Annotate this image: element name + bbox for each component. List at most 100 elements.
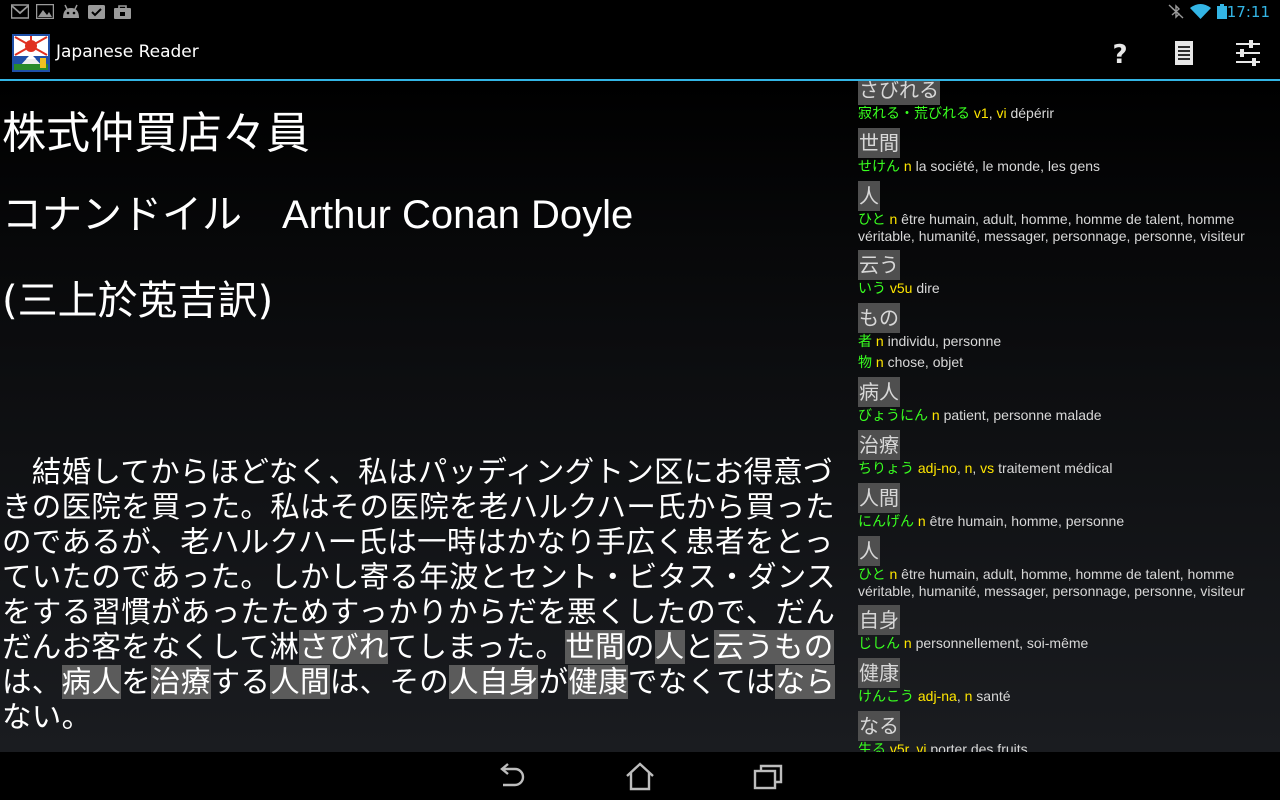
text-segment: の	[624, 630, 655, 664]
dictionary-word[interactable]: 自身	[858, 605, 900, 635]
document-list-icon[interactable]	[1164, 34, 1204, 72]
definition-reading: 生る	[858, 742, 886, 752]
part-of-speech: n	[931, 407, 940, 423]
dictionary-definition: ひと n être humain, adult, homme, homme de…	[858, 211, 1270, 244]
dictionary-definition: せけん n la société, le monde, les gens	[858, 158, 1270, 175]
definition-gloss: être humain, homme, personne	[929, 513, 1125, 529]
home-icon[interactable]	[623, 760, 657, 794]
definition-gloss: santé	[976, 688, 1011, 704]
text-segment: する	[210, 665, 271, 699]
dictionary-definition: 者 n individu, personne	[858, 333, 1270, 350]
part-of-speech: vi	[916, 741, 927, 752]
dictionary-entry: さびれる	[858, 81, 1270, 105]
shopping-bag-icon	[114, 5, 131, 19]
status-time: 17:11	[1226, 3, 1270, 21]
highlighted-word[interactable]: 自身	[478, 665, 539, 699]
part-of-speech: v5u	[889, 280, 913, 296]
highlighted-word[interactable]: 人	[654, 630, 685, 664]
text-segment: ない。	[2, 700, 92, 734]
definition-reading: 者	[858, 334, 872, 350]
dictionary-definition: 寂れる・荒びれる v1, vi dépérir	[858, 105, 1055, 122]
highlighted-word[interactable]: 健康	[568, 665, 628, 699]
settings-sliders-icon[interactable]	[1228, 34, 1268, 72]
highlighted-word[interactable]: 病人	[61, 665, 122, 699]
status-bar: 17:11	[0, 0, 1280, 25]
dictionary-entry: 云う	[858, 248, 1270, 280]
part-of-speech: n	[903, 158, 912, 174]
highlighted-word[interactable]: 人	[449, 665, 479, 699]
highlighted-word[interactable]: 世間	[565, 630, 625, 664]
definition-reading: 物	[858, 355, 872, 371]
definition-gloss: traitement médical	[998, 460, 1113, 476]
part-of-speech: n	[875, 354, 884, 370]
text-segment: は、その	[329, 665, 450, 699]
dictionary-entry: 病人	[858, 375, 1270, 407]
navigation-bar	[0, 752, 1280, 800]
highlighted-word[interactable]: 治療	[151, 665, 211, 699]
part-of-speech: n	[889, 211, 898, 227]
text-segment: てしまった。	[387, 630, 566, 664]
definition-reading: ひと	[858, 567, 886, 583]
app-logo[interactable]	[12, 34, 50, 72]
dictionary-word[interactable]: 病人	[858, 377, 900, 407]
highlighted-word[interactable]: 云う	[714, 630, 774, 664]
dictionary-definition: ちりょう adj-no, n, vs traitement médical	[858, 460, 1113, 477]
dictionary-word[interactable]: 世間	[858, 128, 900, 158]
part-of-speech: adj-na	[917, 688, 957, 704]
highlighted-word[interactable]: なら	[775, 665, 836, 699]
text-segment: と	[684, 630, 715, 664]
dictionary-definition: じしん n personnellement, soi-même	[858, 635, 1270, 652]
dictionary-word[interactable]: 人	[858, 181, 880, 211]
document-translator: (三上於莵吉訳)	[2, 278, 274, 324]
author-japanese: コナンドイル	[2, 192, 242, 238]
part-of-speech: n	[889, 566, 898, 582]
dictionary-word[interactable]: もの	[858, 303, 900, 333]
dictionary-definition: いう v5u dire	[858, 280, 1270, 297]
definition-reading: いう	[858, 281, 886, 297]
dictionary-entry: 治療	[858, 428, 1270, 460]
part-of-speech: vs	[980, 460, 995, 476]
definition-gloss: dépérir	[1010, 105, 1055, 121]
highlighted-word[interactable]: さびれ	[299, 630, 388, 664]
definition-gloss: individu, personne	[887, 333, 1002, 349]
definition-reading: 寂れる・荒びれる	[858, 106, 970, 122]
part-of-speech: v1	[973, 105, 989, 121]
part-of-speech: n	[917, 513, 926, 529]
android-icon	[63, 4, 79, 18]
part-of-speech: vi	[996, 105, 1007, 121]
highlighted-word[interactable]: 人間	[270, 665, 330, 699]
dictionary-entry: 人	[858, 534, 1270, 566]
dictionary-entry: 世間	[858, 126, 1270, 158]
part-of-speech: n	[903, 635, 912, 651]
body-paragraph[interactable]: 結婚してからほどなく、私はパッディングトン区にお得意づきの医院を買った。私はその…	[2, 455, 844, 735]
back-icon[interactable]	[495, 760, 529, 794]
dictionary-word[interactable]: 治療	[858, 430, 900, 460]
dictionary-definition: 物 n chose, objet	[858, 354, 1270, 371]
definition-reading: じしん	[858, 636, 900, 652]
author-english: Arthur Conan Doyle	[282, 193, 634, 237]
dictionary-word[interactable]: 人	[858, 536, 880, 566]
recent-apps-icon[interactable]	[751, 760, 785, 794]
definition-gloss: personnellement, soi-même	[915, 635, 1089, 651]
dictionary-entry: なる	[858, 709, 1270, 741]
text-segment: が	[538, 665, 569, 699]
dictionary-word[interactable]: 人間	[858, 483, 900, 513]
battery-icon	[1217, 4, 1227, 19]
definition-gloss: être humain, adult, homme, homme de tale…	[858, 566, 1245, 599]
dictionary-word[interactable]: 云う	[858, 250, 900, 280]
part-of-speech: v5r	[889, 741, 909, 752]
bluetooth-off-icon	[1168, 4, 1184, 19]
definition-reading: びょうにん	[858, 408, 928, 424]
definition-reading: ちりょう	[858, 461, 914, 477]
dictionary-word[interactable]: なる	[858, 711, 900, 741]
dictionary-definition: けんこう adj-na, n santé	[858, 688, 1011, 705]
part-of-speech: n	[875, 333, 884, 349]
dictionary-word[interactable]: 健康	[858, 658, 900, 688]
highlighted-word[interactable]: もの	[773, 630, 834, 664]
definition-gloss: la société, le monde, les gens	[915, 158, 1101, 174]
dictionary-entry: 自身	[858, 603, 1270, 635]
reader-pane[interactable]: 株式仲買店々員 コナンドイル Arthur Conan Doyle (三上於莵吉…	[0, 81, 848, 752]
dictionary-panel[interactable]: さびれる 寂れる・荒びれる v1, vi dépérir 世間 せけん n la so…	[858, 81, 1270, 752]
help-icon[interactable]: ?	[1100, 34, 1140, 72]
dictionary-word[interactable]: さびれる	[858, 81, 940, 105]
